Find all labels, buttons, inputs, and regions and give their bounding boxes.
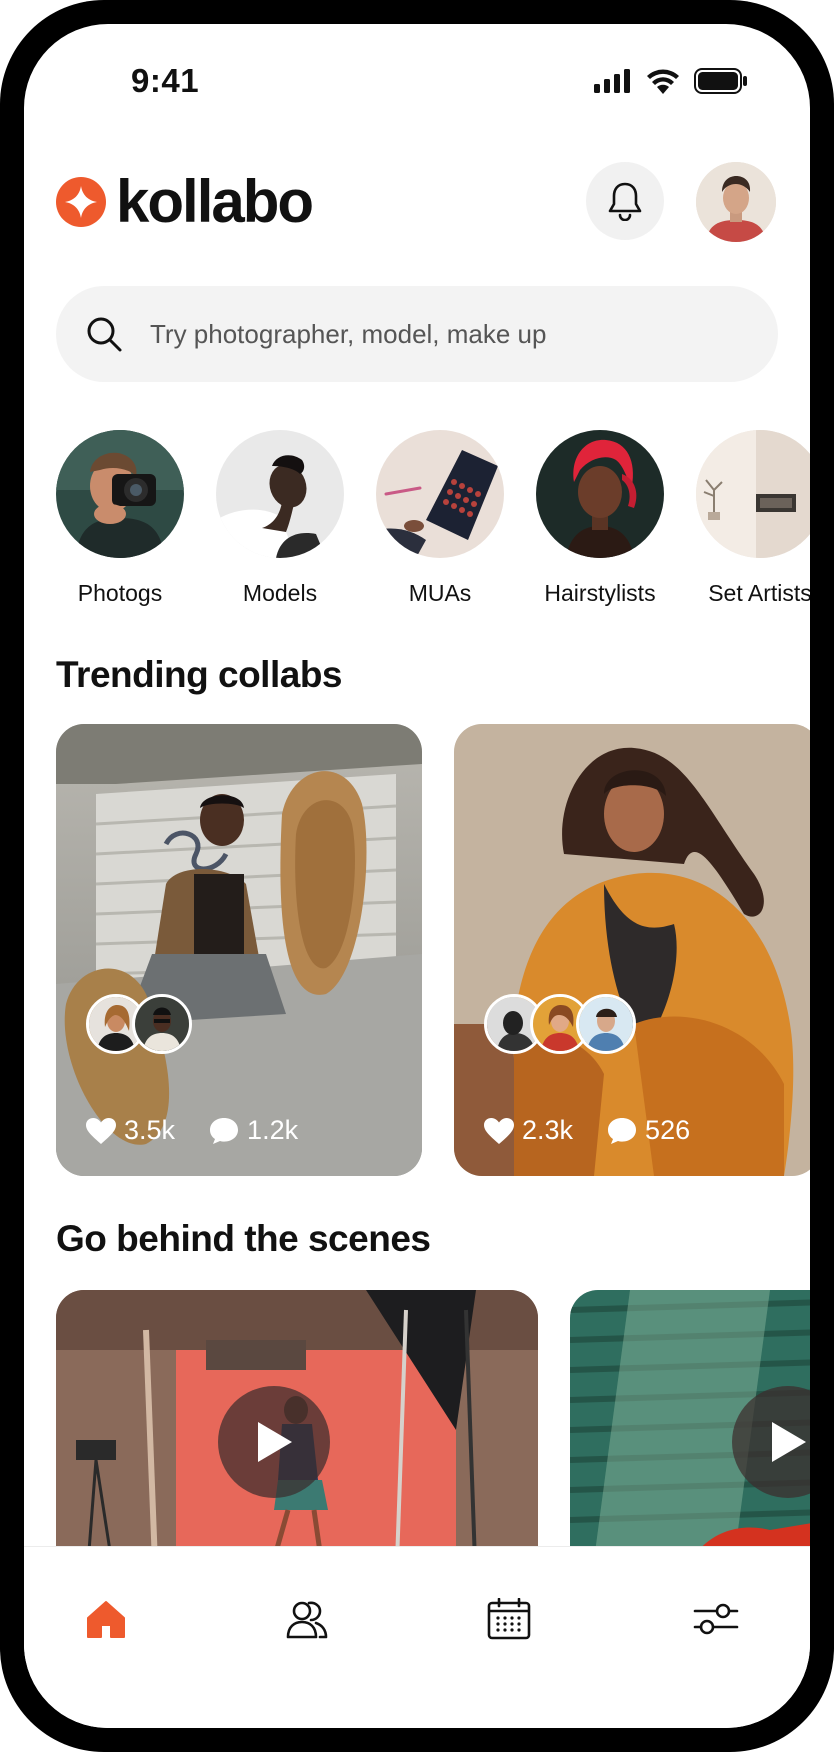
likes-stat[interactable]: 2.3k: [484, 1115, 573, 1146]
trending-title: Trending collabs: [56, 654, 343, 695]
bottom-navigation: [24, 1546, 810, 1728]
battery-icon: [694, 68, 747, 94]
likes-count: 3.5k: [124, 1115, 176, 1145]
video-card[interactable]: [56, 1290, 538, 1590]
comments-stat[interactable]: 526: [607, 1115, 690, 1146]
category-set-artists-image: [696, 430, 810, 558]
signal-icon: [594, 69, 630, 93]
comment-icon: [608, 1117, 637, 1144]
bell-icon: [608, 182, 642, 221]
category-label: MUAs: [408, 580, 472, 606]
status-time: 9:41: [131, 62, 200, 99]
card-stats: 2.3k 526: [484, 1115, 724, 1146]
nav-home[interactable]: [76, 1589, 136, 1649]
search-icon: [84, 314, 124, 354]
profile-avatar[interactable]: [696, 162, 776, 242]
card-stats: 3.5k 1.2k: [86, 1115, 332, 1146]
wifi-icon: [647, 69, 679, 94]
people-icon: [286, 1601, 328, 1639]
category-muas[interactable]: MUAs: [376, 430, 504, 607]
likes-stat[interactable]: 3.5k: [86, 1115, 175, 1146]
device-frame: 9:41 kollabo Try photographer, model, ma…: [0, 0, 834, 1752]
collaborator-avatars[interactable]: [86, 994, 192, 1054]
profile-photo: [696, 162, 776, 242]
calendar-icon: [487, 1598, 531, 1640]
sliders-icon: [693, 1603, 739, 1635]
category-label: Models: [242, 580, 318, 606]
category-photogs[interactable]: Photogs: [56, 430, 184, 607]
status-icons: [594, 68, 748, 94]
kollabo-star-icon: [56, 177, 106, 227]
category-muas-image: [376, 430, 504, 558]
comment-icon: [210, 1117, 239, 1144]
brand-logo[interactable]: kollabo: [56, 168, 314, 235]
play-icon: [772, 1422, 806, 1462]
home-icon: [87, 1601, 125, 1638]
collaborator-avatars[interactable]: [484, 994, 636, 1054]
comments-stat[interactable]: 1.2k: [209, 1115, 298, 1146]
play-icon: [258, 1422, 292, 1462]
brand-name: kollabo: [116, 168, 314, 235]
comments-count: 1.2k: [247, 1115, 299, 1145]
category-models[interactable]: Models: [216, 430, 344, 607]
category-label: Photogs: [77, 580, 163, 606]
likes-count: 2.3k: [522, 1115, 574, 1145]
category-hairstylists[interactable]: Hairstylists: [536, 430, 664, 607]
trending-card-image: [454, 724, 810, 1176]
search-input[interactable]: [148, 317, 712, 351]
search-bar[interactable]: [56, 286, 778, 382]
play-button[interactable]: [218, 1386, 330, 1498]
nav-filters[interactable]: [686, 1589, 746, 1649]
heart-icon: [484, 1117, 514, 1144]
video-card[interactable]: [570, 1290, 810, 1590]
comments-count: 526: [645, 1115, 691, 1145]
trending-card[interactable]: 3.5k 1.2k: [56, 724, 422, 1176]
nav-people[interactable]: [277, 1589, 337, 1649]
heart-icon: [86, 1117, 116, 1144]
category-models-image: [216, 430, 344, 558]
category-row: Photogs Models MUAs Hairstylists Set Art…: [56, 430, 810, 607]
category-label: Hairstylists: [544, 580, 656, 606]
category-set-artists[interactable]: Set Artists: [696, 430, 810, 607]
category-label: Set Artists: [708, 580, 810, 606]
app-screen: 9:41 kollabo Try photographer, model, ma…: [24, 24, 810, 1728]
category-hairstylists-image: [536, 430, 664, 558]
trending-card-image: [56, 724, 422, 1176]
behind-scenes-title: Go behind the scenes: [56, 1218, 431, 1259]
nav-calendar[interactable]: [479, 1589, 539, 1649]
trending-card[interactable]: 2.3k 526: [454, 724, 810, 1176]
notifications-button[interactable]: [586, 162, 664, 240]
collaborator-avatar[interactable]: [576, 994, 636, 1054]
collaborator-avatar[interactable]: [132, 994, 192, 1054]
category-photogs-image: [56, 430, 184, 558]
